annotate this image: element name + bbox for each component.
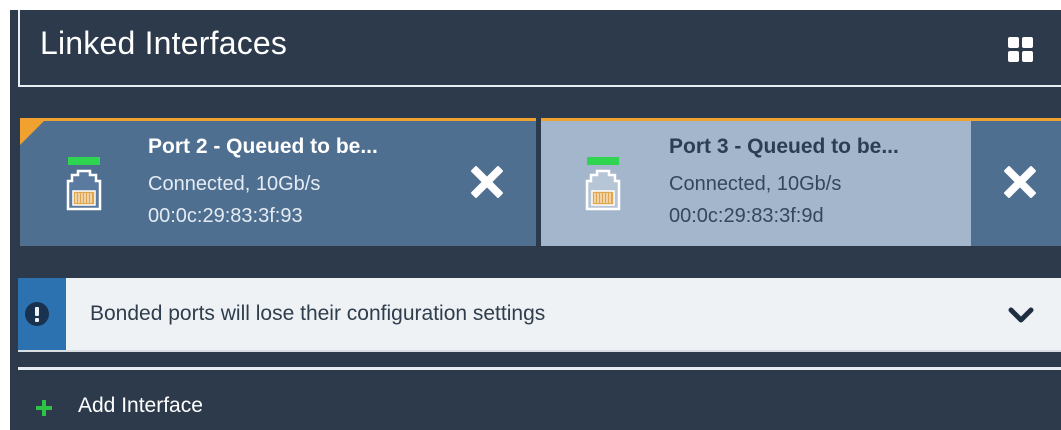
plus-icon (36, 400, 52, 416)
alert-stripe (18, 278, 66, 350)
port-status: Connected, 10Gb/s (669, 173, 842, 195)
interface-card-port-2[interactable]: Port 2 - Queued to be... Connected, 10Gb… (20, 118, 536, 246)
ethernet-port-icon (66, 157, 102, 211)
ethernet-port-icon (585, 157, 621, 211)
port-mac-address: 00:0c:29:83:3f:9d (669, 205, 824, 227)
grid-layout-icon[interactable] (1008, 37, 1034, 63)
selected-corner-marker (20, 121, 44, 145)
panel-title: Linked Interfaces (40, 25, 288, 61)
interface-card-port-3[interactable]: Port 3 - Queued to be... Connected, 10Gb… (541, 118, 1061, 246)
remove-interface-button[interactable] (971, 121, 1061, 246)
port-name: Port 2 - Queued to be... (148, 135, 378, 158)
add-interface-label: Add Interface (78, 394, 203, 417)
panel-header: Linked Interfaces (18, 10, 1061, 87)
bond-warning-alert[interactable]: Bonded ports will lose their configurati… (18, 278, 1061, 352)
port-mac-address: 00:0c:29:83:3f:93 (148, 205, 303, 227)
alert-message: Bonded ports will lose their configurati… (90, 302, 546, 325)
divider (18, 367, 1061, 370)
chevron-down-icon[interactable] (1008, 305, 1034, 325)
close-icon[interactable] (1001, 163, 1039, 201)
linked-interfaces-panel: Linked Interfaces Port 2 - Queued to be.… (10, 10, 1061, 430)
exclamation-icon (25, 302, 49, 326)
port-status: Connected, 10Gb/s (148, 173, 321, 195)
close-icon[interactable] (468, 163, 506, 201)
port-name: Port 3 - Queued to be... (669, 135, 899, 158)
